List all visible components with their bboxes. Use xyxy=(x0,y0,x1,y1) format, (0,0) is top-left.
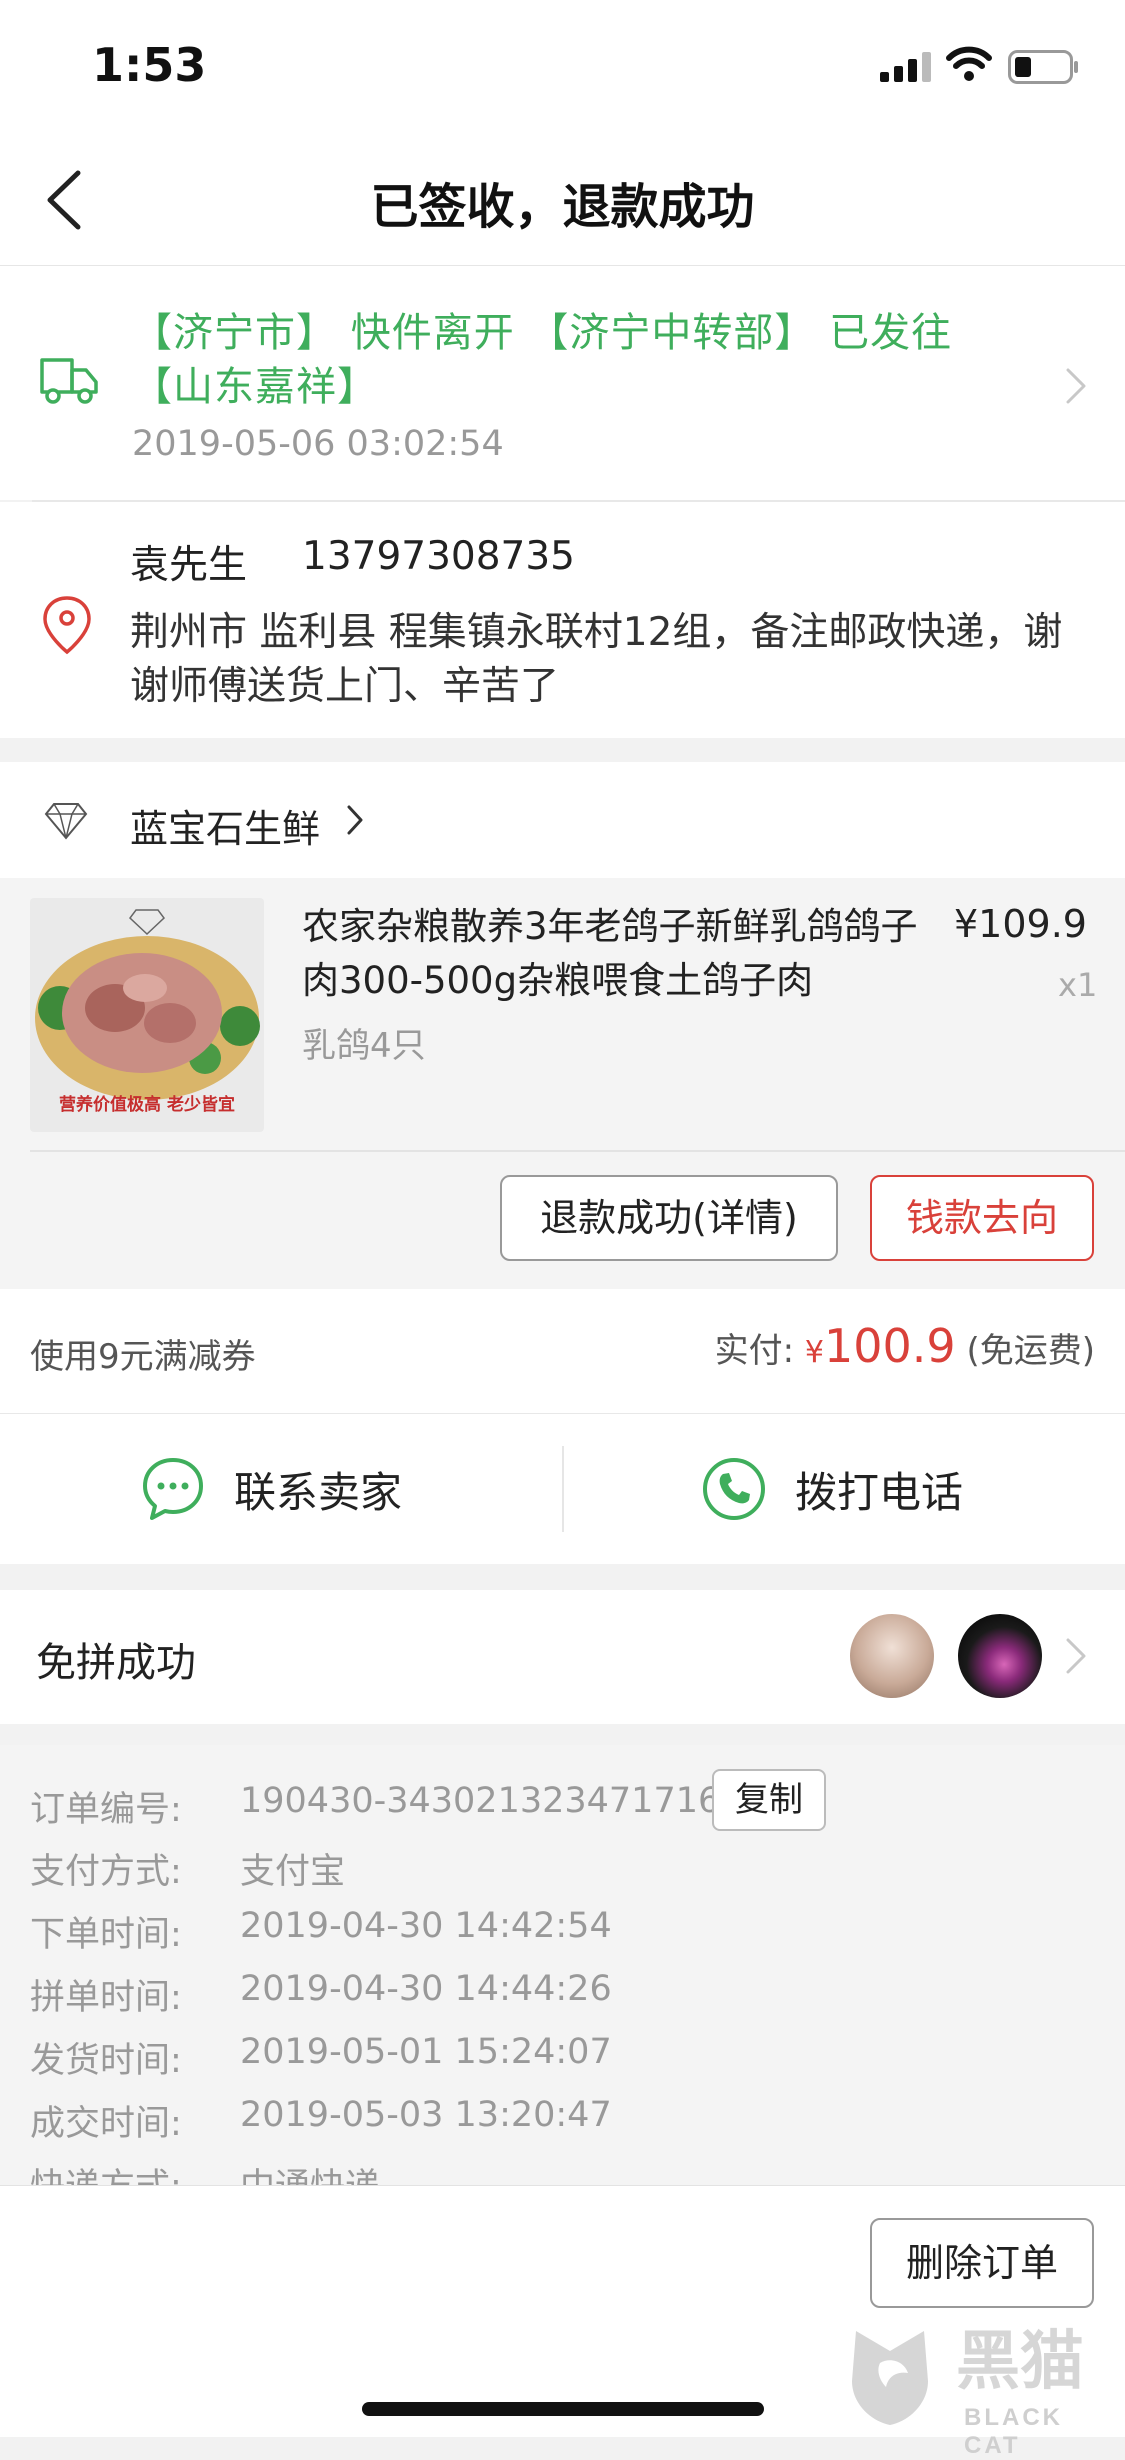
shop-row[interactable]: 蓝宝石生鲜 xyxy=(0,762,1125,878)
watermark-cn: 黑猫 xyxy=(956,2325,1084,2399)
money-flow-button[interactable]: 钱款去向 xyxy=(870,1175,1094,1261)
home-indicator[interactable] xyxy=(362,2402,764,2416)
location-pin-icon xyxy=(43,596,91,655)
chevron-right-icon xyxy=(347,805,363,835)
info-row: 拼单时间: 2019-04-30 14:44:26 xyxy=(30,1969,612,2020)
recipient-phone: 13797308735 xyxy=(302,534,575,579)
shipping-method-value: 中通快递 xyxy=(240,2158,380,2185)
coupon-text: 使用9元满减券 xyxy=(30,1337,256,1377)
ship-time-value: 2019-05-01 15:24:07 xyxy=(240,2032,612,2072)
avatar xyxy=(850,1614,934,1698)
shipping-note: (免运费) xyxy=(966,1331,1095,1371)
order-number-row: 订单编号: 190430-343021323471716 xyxy=(30,1781,720,1832)
contact-seller-label: 联系卖家 xyxy=(234,1467,403,1517)
contact-actions: 联系卖家 拨打电话 xyxy=(0,1414,1125,1564)
address-detail: 荆州市 监利县 程集镇永联村12组，备注邮政快递，谢谢师傅送货上门、辛苦了 xyxy=(130,610,1063,709)
payment-method-label: 支付方式: xyxy=(30,1852,182,1892)
product-card[interactable]: 营养价值极高 老少皆宜 农家杂粮散养3年老鸽子新鲜乳鸽鸽子肉300-500g杂粮… xyxy=(0,878,1125,1289)
order-number-label: 订单编号: xyxy=(30,1790,182,1830)
logistics-time: 2019-05-06 03:02:54 xyxy=(132,424,504,464)
product-image[interactable]: 营养价值极高 老少皆宜 xyxy=(30,898,264,1132)
group-status-title: 免拼成功 xyxy=(36,1640,196,1686)
info-row: 成交时间: 2019-05-03 13:20:47 xyxy=(30,2095,612,2146)
group-status-row[interactable]: 免拼成功 xyxy=(0,1590,1125,1724)
battery-icon xyxy=(1008,50,1078,84)
delete-order-button[interactable]: 删除订单 xyxy=(870,2218,1094,2308)
deal-time-label: 成交时间: xyxy=(30,2104,182,2144)
product-variant: 乳鸽4只 xyxy=(302,1026,426,1066)
call-phone-button[interactable]: 拨打电话 xyxy=(563,1414,1125,1564)
truck-icon xyxy=(40,358,98,404)
payment-summary: 使用9元满减券 实付: ¥100.9 (免运费) xyxy=(0,1289,1125,1414)
payment-method-value: 支付宝 xyxy=(240,1852,346,1892)
order-time-label: 下单时间: xyxy=(30,1915,182,1955)
avatar xyxy=(958,1614,1042,1698)
group-time-label: 拼单时间: xyxy=(30,1978,182,2018)
shipping-method-label: 快递方式: xyxy=(30,2167,182,2185)
refund-detail-button[interactable]: 退款成功(详情) xyxy=(500,1175,838,1261)
order-number: 190430-343021323471716 xyxy=(240,1781,721,1821)
group-time-value: 2019-04-30 14:44:26 xyxy=(240,1969,612,2009)
wifi-icon xyxy=(946,46,992,81)
deal-time-value: 2019-05-03 13:20:47 xyxy=(240,2095,612,2135)
order-info: 订单编号: 190430-343021323471716 复制 支付方式: 支付… xyxy=(0,1745,1125,2185)
contact-seller-button[interactable]: 联系卖家 xyxy=(0,1414,562,1564)
chat-bubble-icon xyxy=(143,1458,203,1520)
status-time: 1:53 xyxy=(92,38,207,92)
logistics-status-text: 【济宁市】 快件离开 【济宁中转部】 已发往【山东嘉祥】 xyxy=(132,310,953,410)
info-row: 支付方式: 支付宝 xyxy=(30,1843,345,1894)
paid-currency: ¥ xyxy=(804,1335,824,1370)
chevron-right-icon xyxy=(1066,1638,1086,1674)
logistics-row[interactable]: 【济宁市】 快件离开 【济宁中转部】 已发往【山东嘉祥】 2019-05-06 … xyxy=(0,266,1125,500)
info-row: 快递方式: 中通快递 xyxy=(30,2158,380,2185)
watermark-text: BLACK CAT xyxy=(964,2404,1063,2459)
status-bar: 1:53 xyxy=(0,0,1125,135)
product-title: 农家杂粮散养3年老鸽子新鲜乳鸽鸽子肉300-500g杂粮喂食土鸽子肉 xyxy=(302,905,918,1002)
info-row: 下单时间: 2019-04-30 14:42:54 xyxy=(30,1906,612,1957)
shop-name: 蓝宝石生鲜 xyxy=(130,807,321,851)
diamond-logo-icon xyxy=(44,803,88,840)
product-price: ¥109.9 xyxy=(954,902,1087,946)
signal-icon xyxy=(880,52,931,82)
phone-icon xyxy=(703,1458,765,1520)
navigation-bar: 已签收，退款成功 xyxy=(0,135,1125,266)
product-image-caption: 营养价值极高 老少皆宜 xyxy=(59,1094,235,1115)
page-title: 已签收，退款成功 xyxy=(370,179,755,235)
ship-time-label: 发货时间: xyxy=(30,2041,182,2081)
call-phone-label: 拨打电话 xyxy=(795,1467,964,1517)
recipient-name: 袁先生 xyxy=(130,543,248,588)
bottom-action-bar: 删除订单 黑猫 BLACK CAT xyxy=(0,2185,1125,2459)
address-row: 袁先生 13797308735 荆州市 监利县 程集镇永联村12组，备注邮政快递… xyxy=(0,502,1125,738)
order-time-value: 2019-04-30 14:42:54 xyxy=(240,1906,612,1946)
product-quantity: x1 xyxy=(1058,966,1098,1004)
chevron-right-icon xyxy=(1066,368,1086,404)
copy-button[interactable]: 复制 xyxy=(712,1769,826,1831)
paid-label: 实付: xyxy=(714,1331,795,1371)
divider xyxy=(30,1150,1125,1152)
info-row: 发货时间: 2019-05-01 15:24:07 xyxy=(30,2032,612,2083)
paid-amount-row: 实付: ¥100.9 (免运费) xyxy=(715,1319,1095,1373)
paid-amount: 100.9 xyxy=(823,1319,956,1373)
